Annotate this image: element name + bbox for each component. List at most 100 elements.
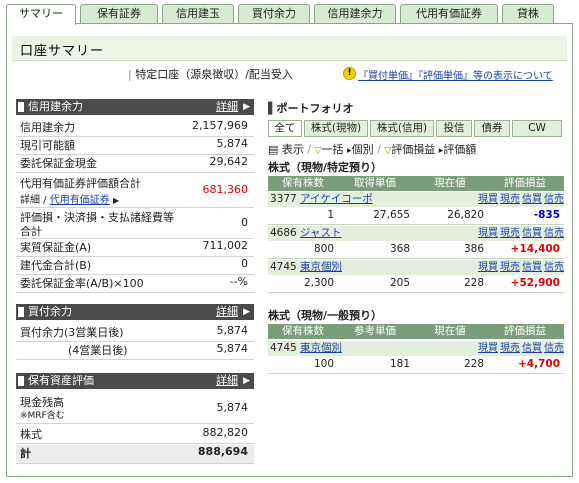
action-margin-buy[interactable]: 信買	[522, 226, 542, 241]
tool-valuation[interactable]: 評価額	[443, 143, 476, 156]
row-note: ※MRF含む	[20, 411, 65, 421]
pf-tab-stock-cash[interactable]: 株式(現物)	[304, 120, 368, 137]
col-pl: 評価損益	[504, 325, 546, 337]
warning-icon: !	[343, 67, 356, 80]
page-title-bar: 口座サマリー	[12, 36, 567, 61]
assets-section-title: 保有資産評価	[28, 374, 94, 387]
section-specific-account: 株式（現物/特定預り）	[268, 161, 383, 174]
stock-code: 4745	[270, 261, 297, 273]
tab-stock-lending[interactable]: 貸株	[502, 4, 554, 23]
tool-individual[interactable]: 個別	[352, 143, 374, 156]
triangle-down-icon: ▽	[314, 146, 322, 156]
stock-code: 4686	[270, 227, 297, 239]
substitute-securities-link[interactable]: 代用有価証券	[50, 195, 110, 206]
buying-detail-link[interactable]: 詳細	[216, 304, 238, 320]
row-label: 実質保証金(A)	[20, 241, 92, 254]
row-value: 882,820	[202, 426, 249, 439]
row-label: 委託保証金率(A/B)×100	[20, 277, 144, 290]
stock-name-link[interactable]: 東京個別	[300, 341, 342, 356]
table-row: 2,300 205 228 +52,900	[268, 276, 564, 291]
pf-tab-stock-margin[interactable]: 株式(信用)	[370, 120, 434, 137]
action-margin-buy[interactable]: 信買	[522, 260, 542, 275]
assets-detail-link[interactable]: 詳細	[216, 373, 238, 389]
action-cash-buy[interactable]: 現買	[478, 341, 498, 356]
tab-margin-power-label: 信用建余力	[327, 7, 383, 20]
credit-row-pullable: 現引可能額 5,874	[16, 137, 254, 155]
credit-row-power: 信用建余力 2,157,969	[16, 119, 254, 137]
row-label: 委託保証金現金	[20, 157, 97, 170]
cell-shares: 100	[313, 358, 334, 370]
action-margin-sell[interactable]: 信売	[544, 192, 564, 207]
divider: /	[307, 143, 312, 156]
portfolio-toolbar: ▤ 表示 / ▽一括 ▸個別 / ▽評価損益 ▸評価額	[268, 141, 476, 157]
action-cash-sell[interactable]: 現売	[500, 260, 520, 275]
credit-row-real-margin: 実質保証金(A) 711,002	[16, 239, 254, 257]
action-cash-buy[interactable]: 現買	[478, 260, 498, 275]
row-value: 5,874	[216, 401, 249, 414]
tab-summary[interactable]: サマリー	[6, 4, 76, 25]
tab-substitute-securities[interactable]: 代用有価証券	[400, 4, 498, 23]
action-cash-sell[interactable]: 現売	[500, 341, 520, 356]
pf-tab-all[interactable]: 全て	[268, 120, 302, 137]
stock-code: 4745	[270, 342, 297, 354]
action-cash-buy[interactable]: 現買	[478, 226, 498, 241]
cell-shares: 1	[327, 209, 334, 221]
tab-summary-label: サマリー	[19, 7, 63, 20]
notice-link[interactable]: 『買付単価』『評価単価』等の表示について	[358, 67, 553, 82]
tab-margin-positions-label: 信用建玉	[176, 7, 220, 20]
tool-bulk[interactable]: 一括	[322, 143, 344, 156]
list-icon: ▤	[268, 143, 279, 156]
row-value: 29,642	[209, 155, 249, 168]
cell-price: 26,820	[447, 209, 484, 221]
tool-display: 表示	[281, 143, 304, 156]
credit-detail-link[interactable]: 詳細	[216, 99, 238, 115]
row-value: 711,002	[202, 239, 249, 252]
action-cash-sell[interactable]: 現売	[500, 226, 520, 241]
arrow-right-icon: ▶	[243, 102, 250, 112]
col-pl: 評価損益	[504, 177, 546, 189]
row-value: 5,874	[216, 342, 249, 355]
action-margin-sell[interactable]: 信売	[544, 260, 564, 275]
cell-price: 228	[463, 277, 484, 289]
action-margin-buy[interactable]: 信買	[522, 341, 542, 356]
tab-stock-lending-label: 貸株	[517, 7, 539, 20]
action-margin-buy[interactable]: 信買	[522, 192, 542, 207]
pf-tab-funds[interactable]: 投信	[436, 120, 472, 137]
col-shares: 保有株数	[282, 325, 324, 337]
stock-name-link[interactable]: 東京個別	[300, 260, 342, 275]
row-label: 評価損・決済損・支払諸経費等	[20, 211, 174, 224]
action-margin-sell[interactable]: 信売	[544, 226, 564, 241]
col-price: 現在値	[434, 177, 466, 189]
account-info: | 特定口座（源泉徴収）/配当受入	[128, 66, 293, 82]
page-title: 口座サマリー	[20, 44, 105, 59]
assets-row-stocks: 株式 882,820	[16, 426, 254, 444]
pf-tab-cw[interactable]: CW	[512, 120, 562, 137]
tab-holdings[interactable]: 保有証券	[80, 4, 158, 23]
row-value: 2,157,969	[192, 119, 248, 132]
row-divider	[268, 373, 564, 374]
credit-row-substitute: 代用有価証券評価額合計 681,360 詳細 / 代用有価証券 ▶	[16, 173, 254, 208]
action-cash-sell[interactable]: 現売	[500, 192, 520, 207]
stock-name-link[interactable]: ジャスト	[300, 226, 341, 241]
tool-pl[interactable]: 評価損益	[391, 143, 435, 156]
action-cash-buy[interactable]: 現買	[478, 192, 498, 207]
pf-tab-label: CW	[528, 122, 546, 134]
tab-buying-power[interactable]: 買付余力	[238, 4, 310, 23]
table-row: 1 27,655 26,820 -835	[268, 208, 564, 223]
pf-tab-bonds[interactable]: 債券	[474, 120, 510, 137]
cell-cost: 27,655	[373, 209, 410, 221]
tab-margin-positions[interactable]: 信用建玉	[162, 4, 234, 23]
table-header-2: 保有株数 参考単価 現在値 評価損益	[268, 324, 564, 339]
row-label: 信用建余力	[20, 121, 75, 134]
stock-code: 3377	[270, 193, 297, 205]
row-label: 計	[20, 447, 31, 460]
arrow-right-icon: ▶	[243, 307, 250, 317]
row-divider	[268, 292, 564, 293]
tab-margin-power[interactable]: 信用建余力	[314, 4, 396, 23]
tab-bar: サマリー 保有証券 信用建玉 買付余力 信用建余力 代用有価証券 貸株	[6, 4, 573, 25]
credit-row-cash: 委託保証金現金 29,642	[16, 155, 254, 173]
action-margin-sell[interactable]: 信売	[544, 341, 564, 356]
row-label: (4営業日後)	[68, 344, 128, 357]
stock-name-link[interactable]: アイケイコーポ	[300, 192, 373, 207]
col-ref-cost: 参考単価	[354, 325, 396, 337]
